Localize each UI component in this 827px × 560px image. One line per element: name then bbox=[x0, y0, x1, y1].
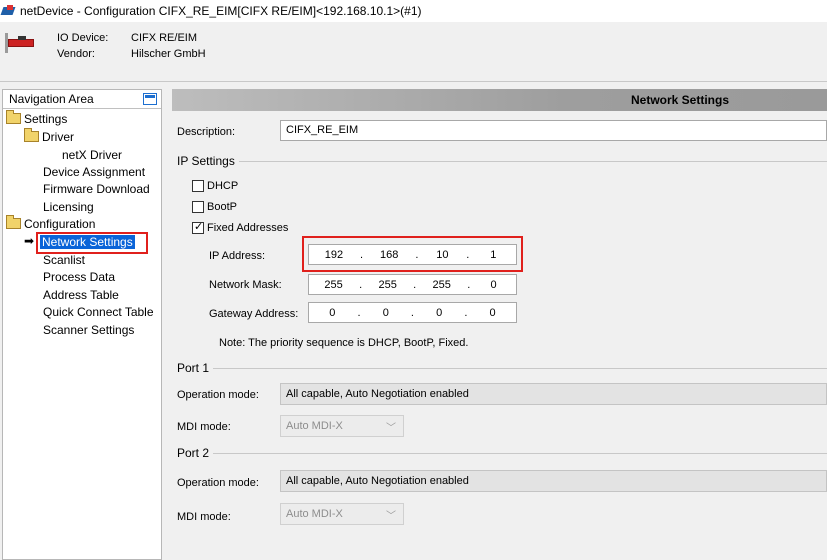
description-input[interactable]: CIFX_RE_EIM bbox=[280, 120, 827, 141]
tree-item-firmware-download[interactable]: Firmware Download bbox=[43, 181, 150, 197]
io-device-value: CIFX RE/EIM bbox=[131, 32, 198, 44]
port1-mdi-mode-label: MDI mode: bbox=[177, 421, 231, 433]
panel-toggle-icon[interactable] bbox=[143, 93, 157, 105]
tree-item-driver[interactable]: Driver bbox=[24, 128, 74, 145]
priority-note: Note: The priority sequence is DHCP, Boo… bbox=[219, 337, 469, 349]
ip-settings-group-line bbox=[177, 161, 827, 162]
current-page-arrow-icon: ➡ bbox=[24, 234, 35, 248]
tree-item-licensing[interactable]: Licensing bbox=[43, 199, 94, 215]
vendor-label: Vendor: bbox=[57, 48, 95, 60]
port1-group-line bbox=[177, 368, 827, 369]
tree-item-label: netX Driver bbox=[62, 148, 123, 162]
highlight-box-network-settings bbox=[36, 232, 148, 254]
fixed-addresses-label: Fixed Addresses bbox=[207, 222, 289, 234]
port2-title: Port 2 bbox=[177, 446, 214, 460]
tree-item-label: Address Table bbox=[43, 288, 119, 302]
netdevice-app-icon bbox=[0, 5, 16, 17]
dhcp-label: DHCP bbox=[207, 180, 239, 192]
tree-item-label: Firmware Download bbox=[43, 182, 150, 196]
chevron-down-icon: ﹀ bbox=[386, 511, 396, 522]
port1-operation-mode-select[interactable]: All capable, Auto Negotiation enabled bbox=[280, 383, 827, 405]
io-device-label: IO Device: bbox=[57, 32, 109, 44]
title-bar: netDevice - Configuration CIFX_RE_EIM[CI… bbox=[0, 0, 827, 22]
tree-item-device-assignment[interactable]: Device Assignment bbox=[43, 164, 145, 180]
ip-settings-title: IP Settings bbox=[177, 154, 239, 168]
ip-address-label: IP Address: bbox=[209, 250, 266, 262]
description-label: Description: bbox=[177, 126, 236, 138]
tree-item-label: Quick Connect Table bbox=[43, 305, 154, 319]
fixed-addresses-checkbox[interactable] bbox=[192, 220, 204, 234]
vendor-value: Hilscher GmbH bbox=[131, 48, 206, 60]
navigation-header: Navigation Area bbox=[3, 90, 161, 109]
device-header: IO Device: CIFX RE/EIM Vendor: Hilscher … bbox=[0, 22, 827, 82]
tree-item-label: Scanlist bbox=[43, 253, 86, 267]
folder-open-icon bbox=[6, 110, 21, 124]
tree-item-settings[interactable]: Settings bbox=[6, 110, 68, 127]
network-mask-label: Network Mask: bbox=[209, 279, 282, 291]
gateway-address-input[interactable]: 0. 0. 0. 0 bbox=[308, 302, 517, 323]
tree-item-process-data[interactable]: Process Data bbox=[43, 269, 115, 285]
port2-mdi-mode-label: MDI mode: bbox=[177, 511, 231, 523]
folder-open-icon bbox=[6, 215, 21, 229]
port2-group-line bbox=[177, 453, 827, 454]
tree-item-label: Licensing bbox=[43, 200, 94, 214]
tree-item-scanner-settings[interactable]: Scanner Settings bbox=[43, 322, 134, 338]
network-mask-input[interactable]: 255. 255. 255. 0 bbox=[308, 274, 517, 295]
port2-operation-mode-select[interactable]: All capable, Auto Negotiation enabled bbox=[280, 470, 827, 492]
tree-item-configuration[interactable]: Configuration bbox=[6, 215, 96, 232]
tree-item-quick-connect-table[interactable]: Quick Connect Table bbox=[43, 304, 154, 320]
tree-item-label: Device Assignment bbox=[43, 165, 146, 179]
highlight-box-ip-address bbox=[302, 236, 523, 272]
folder-open-icon bbox=[24, 128, 39, 142]
panel-title: Network Settings bbox=[630, 93, 729, 107]
navigation-title: Navigation Area bbox=[9, 92, 94, 106]
bootp-label: BootP bbox=[207, 201, 237, 213]
dhcp-checkbox[interactable] bbox=[192, 180, 204, 192]
tree-item-label: Configuration bbox=[24, 217, 96, 231]
tree-item-scanlist[interactable]: Scanlist bbox=[43, 252, 85, 268]
port1-mdi-mode-select[interactable]: Auto MDI-X ﹀ bbox=[280, 415, 404, 437]
chevron-down-icon: ﹀ bbox=[386, 423, 396, 434]
tree-item-netx-driver[interactable]: netX Driver bbox=[62, 147, 122, 163]
port1-operation-mode-label: Operation mode: bbox=[177, 389, 259, 401]
panel-header: Network Settings bbox=[172, 89, 827, 111]
port2-mdi-mode-select[interactable]: Auto MDI-X ﹀ bbox=[280, 503, 404, 525]
tree-item-label: Process Data bbox=[43, 270, 116, 284]
tree-item-address-table[interactable]: Address Table bbox=[43, 287, 119, 303]
window-title: netDevice - Configuration CIFX_RE_EIM[CI… bbox=[20, 4, 422, 18]
bootp-checkbox[interactable] bbox=[192, 201, 204, 213]
tree-item-label: Driver bbox=[42, 130, 74, 144]
navigation-area: Navigation Area Settings Driver netX Dri… bbox=[2, 89, 162, 560]
port1-title: Port 1 bbox=[177, 361, 214, 375]
tree-item-label: Settings bbox=[24, 112, 68, 126]
gateway-address-label: Gateway Address: bbox=[209, 308, 299, 320]
device-card-icon bbox=[4, 31, 36, 53]
port2-operation-mode-label: Operation mode: bbox=[177, 477, 259, 489]
tree-item-label: Scanner Settings bbox=[43, 323, 135, 337]
